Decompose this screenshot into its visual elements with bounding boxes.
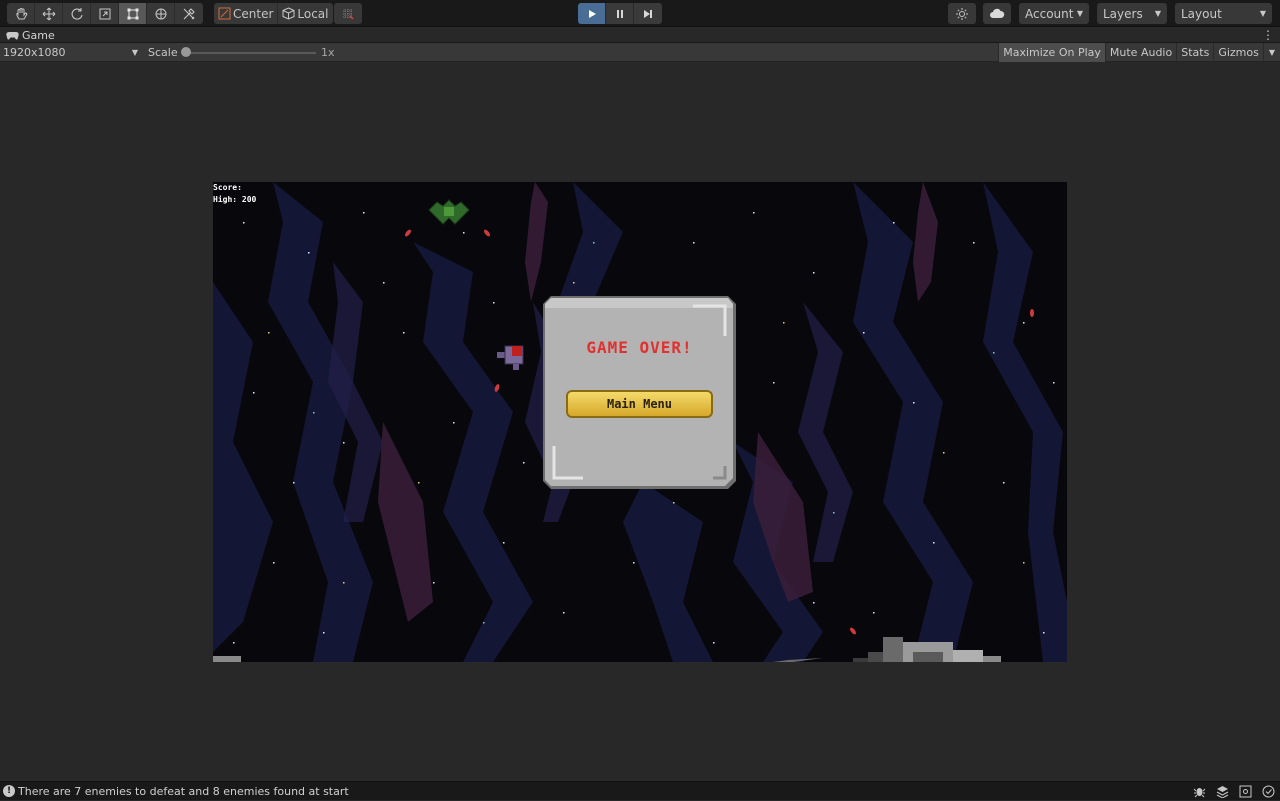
game-over-title: GAME OVER! (586, 338, 693, 357)
account-label: Account (1025, 6, 1074, 21)
gamepad-icon (6, 31, 19, 40)
tab-game-label: Game (22, 28, 55, 42)
resolution-label: 1920x1080 (3, 46, 66, 59)
score-label: Score: (213, 183, 242, 192)
console-status-message[interactable]: There are 7 enemies to defeat and 8 enem… (18, 782, 349, 801)
high-score-label: High: 200 (213, 195, 257, 204)
pivot-center-toggle[interactable]: Center (214, 3, 279, 24)
move-icon (42, 7, 55, 20)
cloud-icon (990, 8, 1005, 18)
check-circle-icon[interactable] (1261, 784, 1276, 799)
custom-tool-button[interactable] (175, 3, 203, 24)
hand-tool-button[interactable] (7, 3, 35, 24)
chevron-down-icon: ▼ (1154, 9, 1161, 18)
main-toolbar: Center Local Account ▼ Layers ▼ Layout ▼ (0, 0, 1280, 27)
grid-snap-button[interactable] (334, 3, 362, 24)
stats-toggle[interactable]: Stats (1176, 43, 1213, 62)
grid-snap-icon (343, 8, 354, 20)
rect-tool-button[interactable] (119, 3, 147, 24)
game-tab-bar: Game ⋮ (0, 27, 1280, 43)
chevron-down-icon: ▼ (1259, 9, 1266, 18)
chevron-down-icon: ▼ (1076, 9, 1083, 18)
gizmos-dropdown-icon[interactable]: ▼ (1262, 43, 1280, 62)
account-dropdown[interactable]: Account ▼ (1019, 3, 1089, 24)
kebab-menu-icon[interactable]: ⋮ (1262, 27, 1274, 43)
cloud-button[interactable] (983, 3, 1011, 24)
settings-box-icon[interactable] (1238, 784, 1253, 799)
mute-audio-toggle[interactable]: Mute Audio (1104, 43, 1176, 62)
rotate-icon (71, 7, 83, 20)
game-view-options: Maximize On Play Mute Audio Stats Gizmos… (998, 43, 1280, 62)
play-icon (588, 9, 596, 18)
tab-game[interactable]: Game (0, 27, 55, 43)
scale-label: Scale (148, 46, 178, 59)
services-button[interactable] (948, 3, 976, 24)
layers-dropdown[interactable]: Layers ▼ (1097, 3, 1167, 24)
hand-icon (16, 7, 27, 19)
game-viewport: Score: High: 200 GAME OVER! Main Menu (0, 62, 1280, 782)
pivot-local-label: Local (297, 6, 329, 21)
scale-icon (99, 8, 110, 19)
transform-tool-button[interactable] (147, 3, 175, 24)
rotate-tool-button[interactable] (63, 3, 91, 24)
pivot-toggles: Center Local (214, 3, 333, 24)
game-canvas[interactable]: Score: High: 200 GAME OVER! Main Menu (213, 182, 1067, 662)
play-button[interactable] (578, 3, 606, 24)
score-hud: Score: High: 200 (213, 182, 256, 206)
scale-slider-track[interactable] (186, 52, 316, 54)
pivot-local-toggle[interactable]: Local (278, 3, 332, 24)
step-button[interactable] (634, 3, 662, 24)
play-controls (578, 3, 662, 24)
sun-icon (956, 7, 968, 20)
transform-icon (155, 8, 166, 19)
status-icons (1192, 784, 1276, 799)
game-view-toolbar: 1920x1080 ▼ Scale 1x Maximize On Play Mu… (0, 43, 1280, 62)
resolution-dropdown[interactable]: 1920x1080 ▼ (0, 43, 141, 62)
pause-button[interactable] (606, 3, 634, 24)
pause-icon (616, 9, 623, 18)
layers-label: Layers (1103, 6, 1143, 21)
layout-label: Layout (1181, 6, 1222, 21)
step-icon (644, 9, 652, 18)
main-menu-button[interactable]: Main Menu (566, 390, 713, 418)
tools-icon (183, 7, 195, 19)
status-bar: ! There are 7 enemies to defeat and 8 en… (0, 781, 1280, 800)
gizmos-toggle[interactable]: Gizmos (1213, 43, 1263, 62)
move-tool-button[interactable] (35, 3, 63, 24)
debug-bug-icon[interactable] (1192, 784, 1207, 799)
scale-value: 1x (321, 46, 335, 59)
rect-transform-icon (127, 8, 138, 19)
layers-stack-icon[interactable] (1215, 784, 1230, 799)
scale-tool-button[interactable] (91, 3, 119, 24)
scale-slider-handle[interactable] (181, 47, 191, 57)
game-over-panel: GAME OVER! Main Menu (543, 296, 736, 489)
chevron-down-icon: ▼ (131, 48, 138, 57)
cube-icon (282, 7, 295, 20)
pivot-center-icon (218, 7, 231, 20)
info-icon: ! (3, 785, 15, 797)
transform-tools (7, 3, 203, 24)
layout-dropdown[interactable]: Layout ▼ (1175, 3, 1272, 24)
maximize-on-play-toggle[interactable]: Maximize On Play (998, 43, 1105, 62)
pivot-center-label: Center (233, 6, 274, 21)
